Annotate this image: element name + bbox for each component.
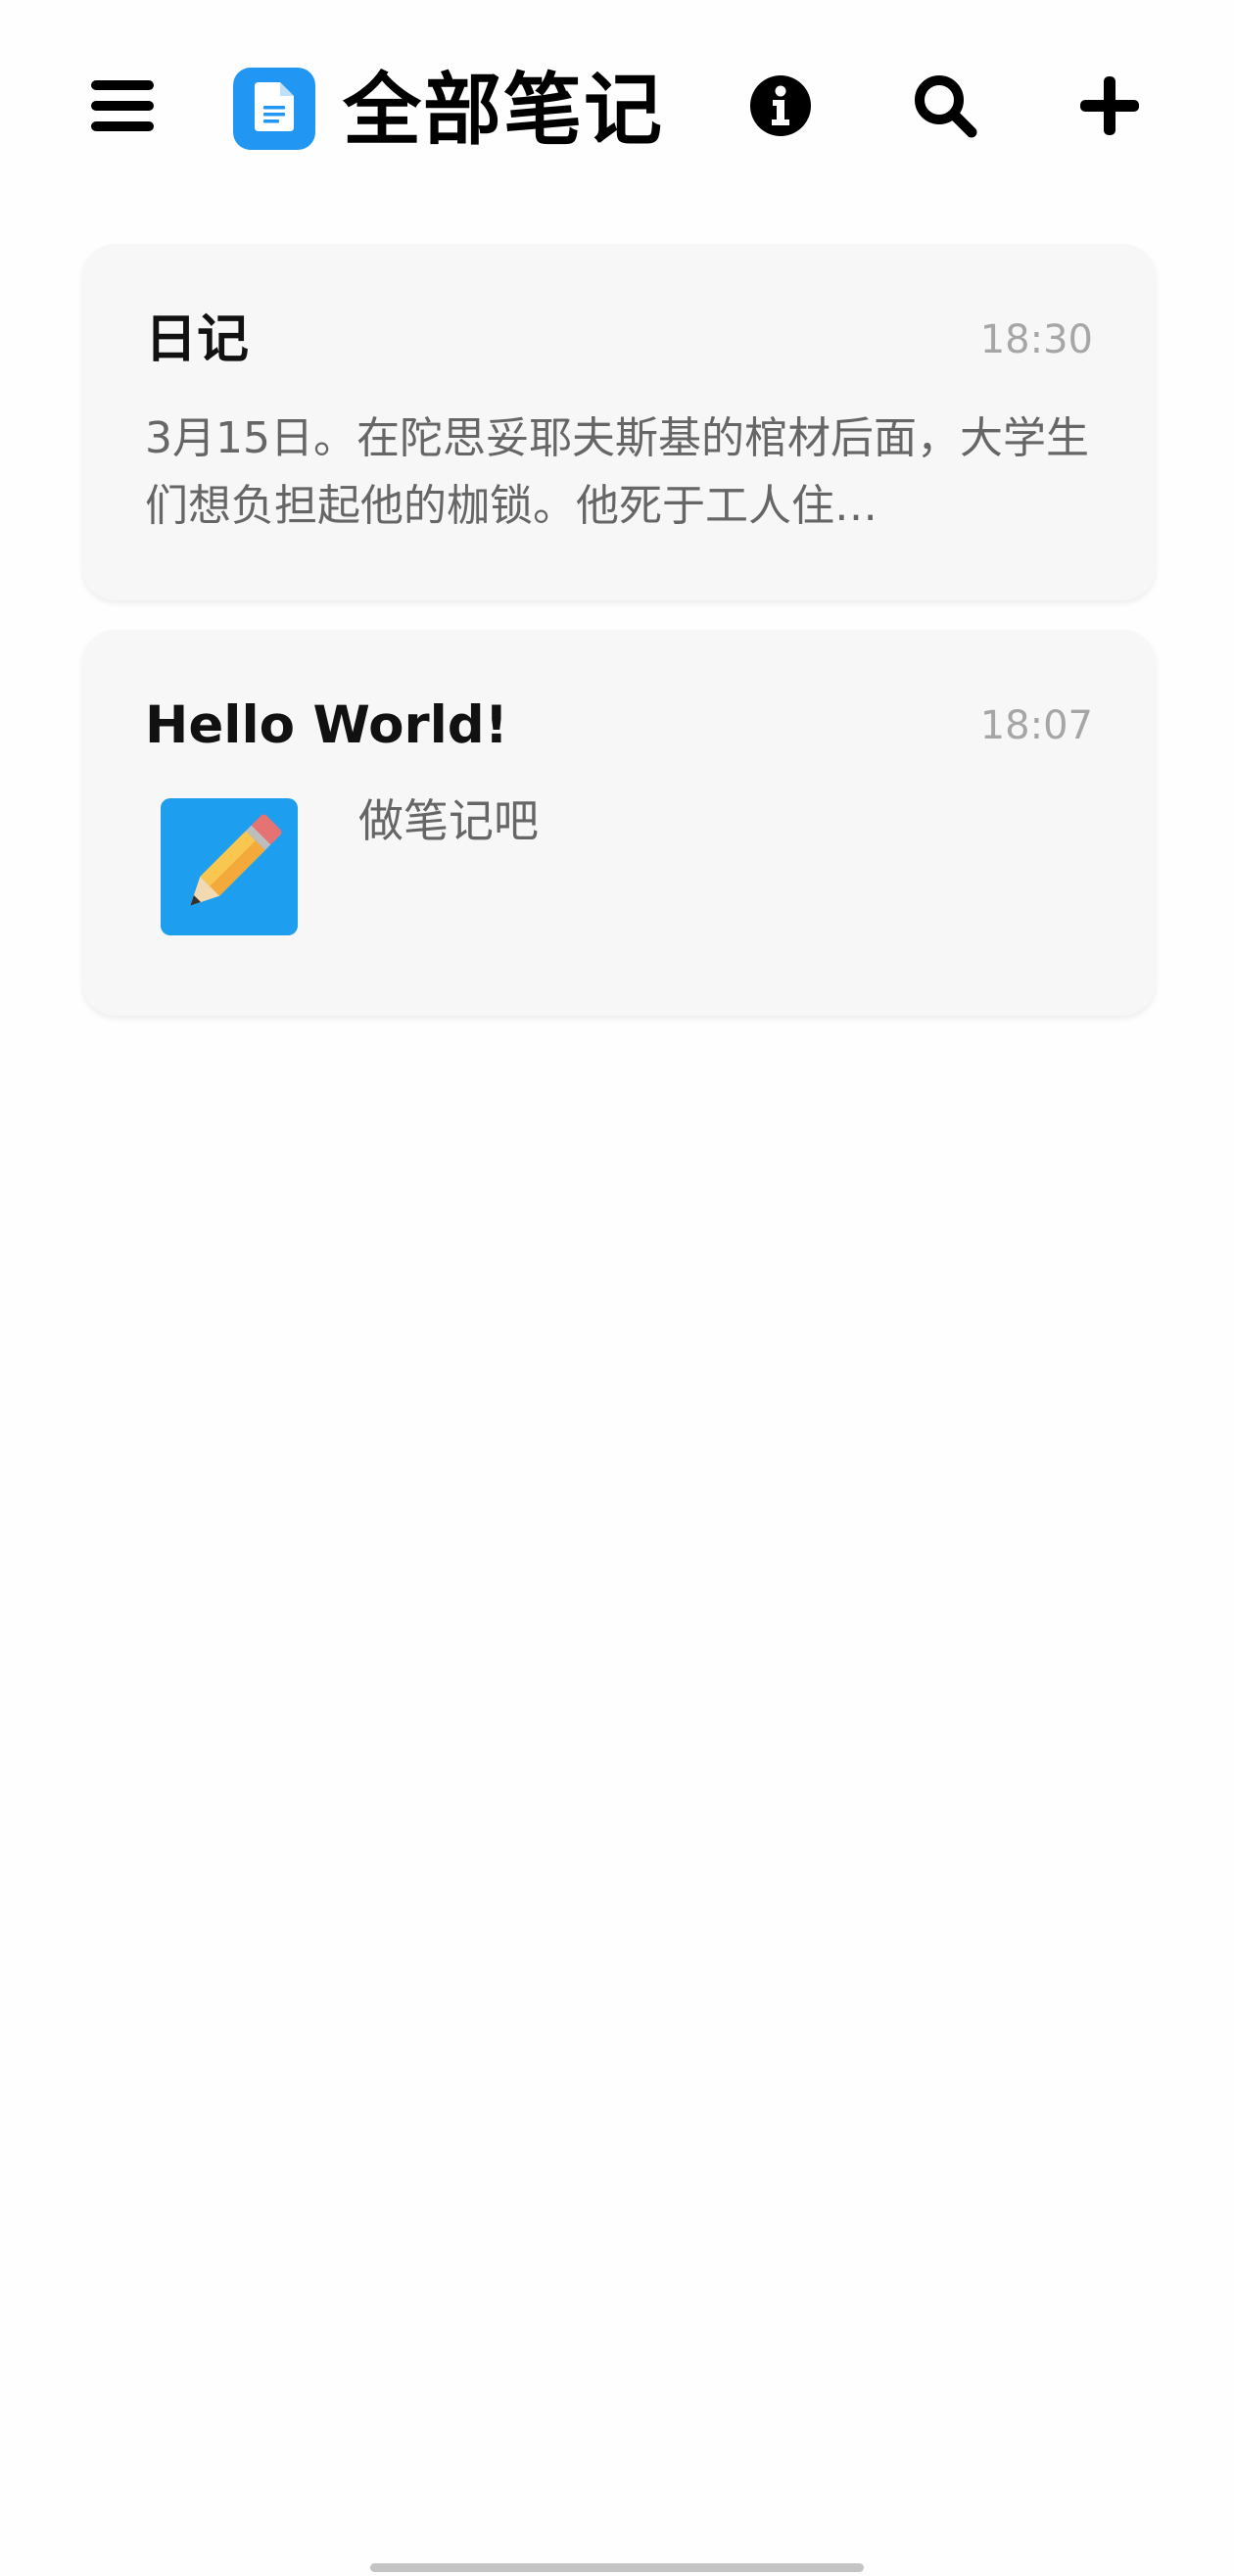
plus-icon	[1080, 76, 1139, 139]
note-document-icon	[255, 82, 294, 135]
note-preview: 3月15日。在陀思妥耶夫斯基的棺材后面，大学生们想负担起他的枷锁。他死于工人住…	[145, 413, 1089, 531]
info-icon	[750, 75, 811, 140]
add-note-button[interactable]	[1061, 59, 1159, 157]
note-time: 18:30	[979, 317, 1093, 362]
home-indicator[interactable]	[370, 2563, 864, 2572]
note-card[interactable]: 日记 18:30 3月15日。在陀思妥耶夫斯基的棺材后面，大学生们想负担起他的枷…	[82, 244, 1156, 600]
search-icon	[913, 73, 977, 142]
top-app-bar: 全部笔记	[0, 0, 1234, 215]
menu-button[interactable]	[73, 59, 171, 157]
page-title: 全部笔记	[343, 65, 664, 156]
search-button[interactable]	[896, 59, 994, 157]
note-thumbnail	[161, 798, 298, 935]
note-title: Hello World!	[145, 695, 508, 755]
app-logo	[233, 68, 315, 150]
menu-icon	[91, 80, 154, 135]
note-preview: 做笔记吧	[358, 794, 539, 847]
note-time: 18:07	[979, 703, 1093, 748]
info-button[interactable]	[732, 59, 830, 157]
note-title: 日记	[145, 310, 249, 369]
note-card[interactable]: Hello World! 18:07 做笔记吧	[82, 630, 1156, 1016]
note-list: 日记 18:30 3月15日。在陀思妥耶夫斯基的棺材后面，大学生们想负担起他的枷…	[82, 244, 1156, 1016]
pencil-icon	[161, 814, 298, 935]
